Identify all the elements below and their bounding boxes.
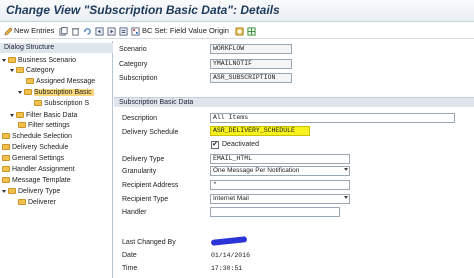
expand-arrow-icon[interactable]	[10, 68, 14, 72]
folder-icon	[18, 122, 26, 129]
window-titlebar: Change View "Subscription Basic Data": D…	[0, 0, 474, 22]
expand-arrow-icon[interactable]	[2, 189, 6, 193]
grid-icon[interactable]	[247, 24, 256, 37]
delivery-schedule-label: Delivery Schedule	[122, 129, 179, 136]
date-label: Date	[122, 252, 137, 259]
subscription-label: Subscription	[119, 75, 158, 82]
tree-item-delivery-type[interactable]: Delivery Type	[2, 187, 60, 196]
expand-arrow-icon[interactable]	[10, 113, 14, 117]
redacted-username	[210, 236, 248, 246]
subscription-field[interactable]: ASR_SUBSCRIPTION	[210, 73, 292, 83]
time-label: Time	[122, 265, 138, 272]
new-entries-button[interactable]: New Entries	[14, 24, 54, 37]
undo-icon[interactable]	[83, 24, 92, 37]
folder-icon	[2, 155, 10, 162]
application-toolbar: New Entries BC Set: Field Value Origin	[0, 22, 474, 39]
scenario-field[interactable]: WORKFLOW	[210, 44, 292, 54]
tree-item-handler-assignment[interactable]: Handler Assignment	[2, 165, 75, 174]
pencil-icon[interactable]	[4, 24, 13, 37]
description-input[interactable]: All Items	[210, 113, 455, 123]
category-label: Category	[119, 61, 148, 68]
detail-area: Scenario WORKFLOW Category YMAILNOTIF Su…	[114, 41, 474, 278]
delete-icon[interactable]	[71, 24, 80, 37]
folder-icon	[16, 67, 24, 74]
folder-icon	[18, 199, 26, 206]
description-label: Description	[122, 115, 158, 122]
transport-icon[interactable]	[235, 24, 244, 37]
dialog-structure-panel: Dialog Structure Business Scenario Categ…	[0, 41, 113, 278]
tree-item-message-template[interactable]: Message Template	[2, 176, 71, 185]
delivery-schedule-input[interactable]: ASR_DELIVERY_SCHEDULE	[210, 126, 310, 136]
folder-icon	[2, 166, 10, 173]
recipient-type-label: Recipient Type	[122, 196, 169, 203]
subscription-basic-data-header: Subscription Basic Data	[114, 97, 474, 107]
tree-item-filter-settings[interactable]: Filter settings	[18, 121, 70, 130]
folder-icon	[8, 188, 16, 195]
tree-item-subscription-basic[interactable]: Subscription Basic	[18, 88, 94, 97]
handler-label: Handler	[122, 209, 147, 216]
time-value: 17:30:51	[211, 265, 243, 272]
last-changed-by-label: Last Changed By	[122, 239, 176, 246]
folder-icon	[8, 57, 16, 64]
other-entry-icon[interactable]	[119, 24, 128, 37]
tree-item-general-settings[interactable]: General Settings	[2, 154, 64, 163]
tree-item-subscription-s[interactable]: Subscription S	[34, 99, 89, 108]
folder-icon	[34, 100, 42, 107]
prev-entry-icon[interactable]	[95, 24, 104, 37]
bc-set-button[interactable]: BC Set: Field Value Origin	[142, 24, 229, 37]
granularity-label: Granularity	[122, 168, 157, 175]
deactivated-checkbox[interactable]: ✔	[211, 141, 219, 149]
folder-icon	[2, 144, 10, 151]
bc-set-icon[interactable]	[131, 24, 140, 37]
folder-icon	[16, 112, 24, 119]
tree-item-business-scenario[interactable]: Business Scenario	[2, 56, 76, 65]
delivery-type-label: Delivery Type	[122, 156, 165, 163]
folder-icon	[26, 78, 34, 85]
delivery-type-input[interactable]: EMAIL_HTML	[210, 154, 350, 164]
folder-icon	[24, 89, 32, 96]
folder-icon	[2, 177, 10, 184]
granularity-select[interactable]: One Message Per Notification	[210, 166, 350, 176]
expand-arrow-icon[interactable]	[2, 58, 6, 62]
tree-item-category[interactable]: Category	[10, 66, 54, 75]
next-entry-icon[interactable]	[107, 24, 116, 37]
recipient-address-input[interactable]: *	[210, 180, 350, 190]
chevron-down-icon[interactable]	[344, 196, 348, 199]
tree-item-schedule-selection[interactable]: Schedule Selection	[2, 132, 72, 141]
tree-item-deliverer[interactable]: Deliverer	[18, 198, 56, 207]
tree-item-delivery-schedule[interactable]: Delivery Schedule	[2, 143, 68, 152]
deactivated-label: Deactivated	[222, 141, 259, 148]
recipient-address-label: Recipient Address	[122, 182, 179, 189]
scenario-label: Scenario	[119, 46, 147, 53]
handler-input[interactable]	[210, 207, 340, 217]
recipient-type-select[interactable]: Internet Mail	[210, 194, 350, 204]
date-value: 01/14/2016	[211, 252, 251, 259]
copy-icon[interactable]	[59, 24, 68, 37]
tree-item-filter-basic-data[interactable]: Filter Basic Data	[10, 111, 77, 120]
category-field[interactable]: YMAILNOTIF	[210, 59, 292, 69]
folder-icon	[2, 133, 10, 140]
tree-item-assigned-message[interactable]: Assigned Message	[26, 77, 95, 86]
window-title: Change View "Subscription Basic Data": D…	[6, 3, 280, 17]
dialog-structure-header: Dialog Structure	[0, 43, 113, 53]
chevron-down-icon[interactable]	[344, 168, 348, 171]
expand-arrow-icon[interactable]	[18, 90, 22, 94]
